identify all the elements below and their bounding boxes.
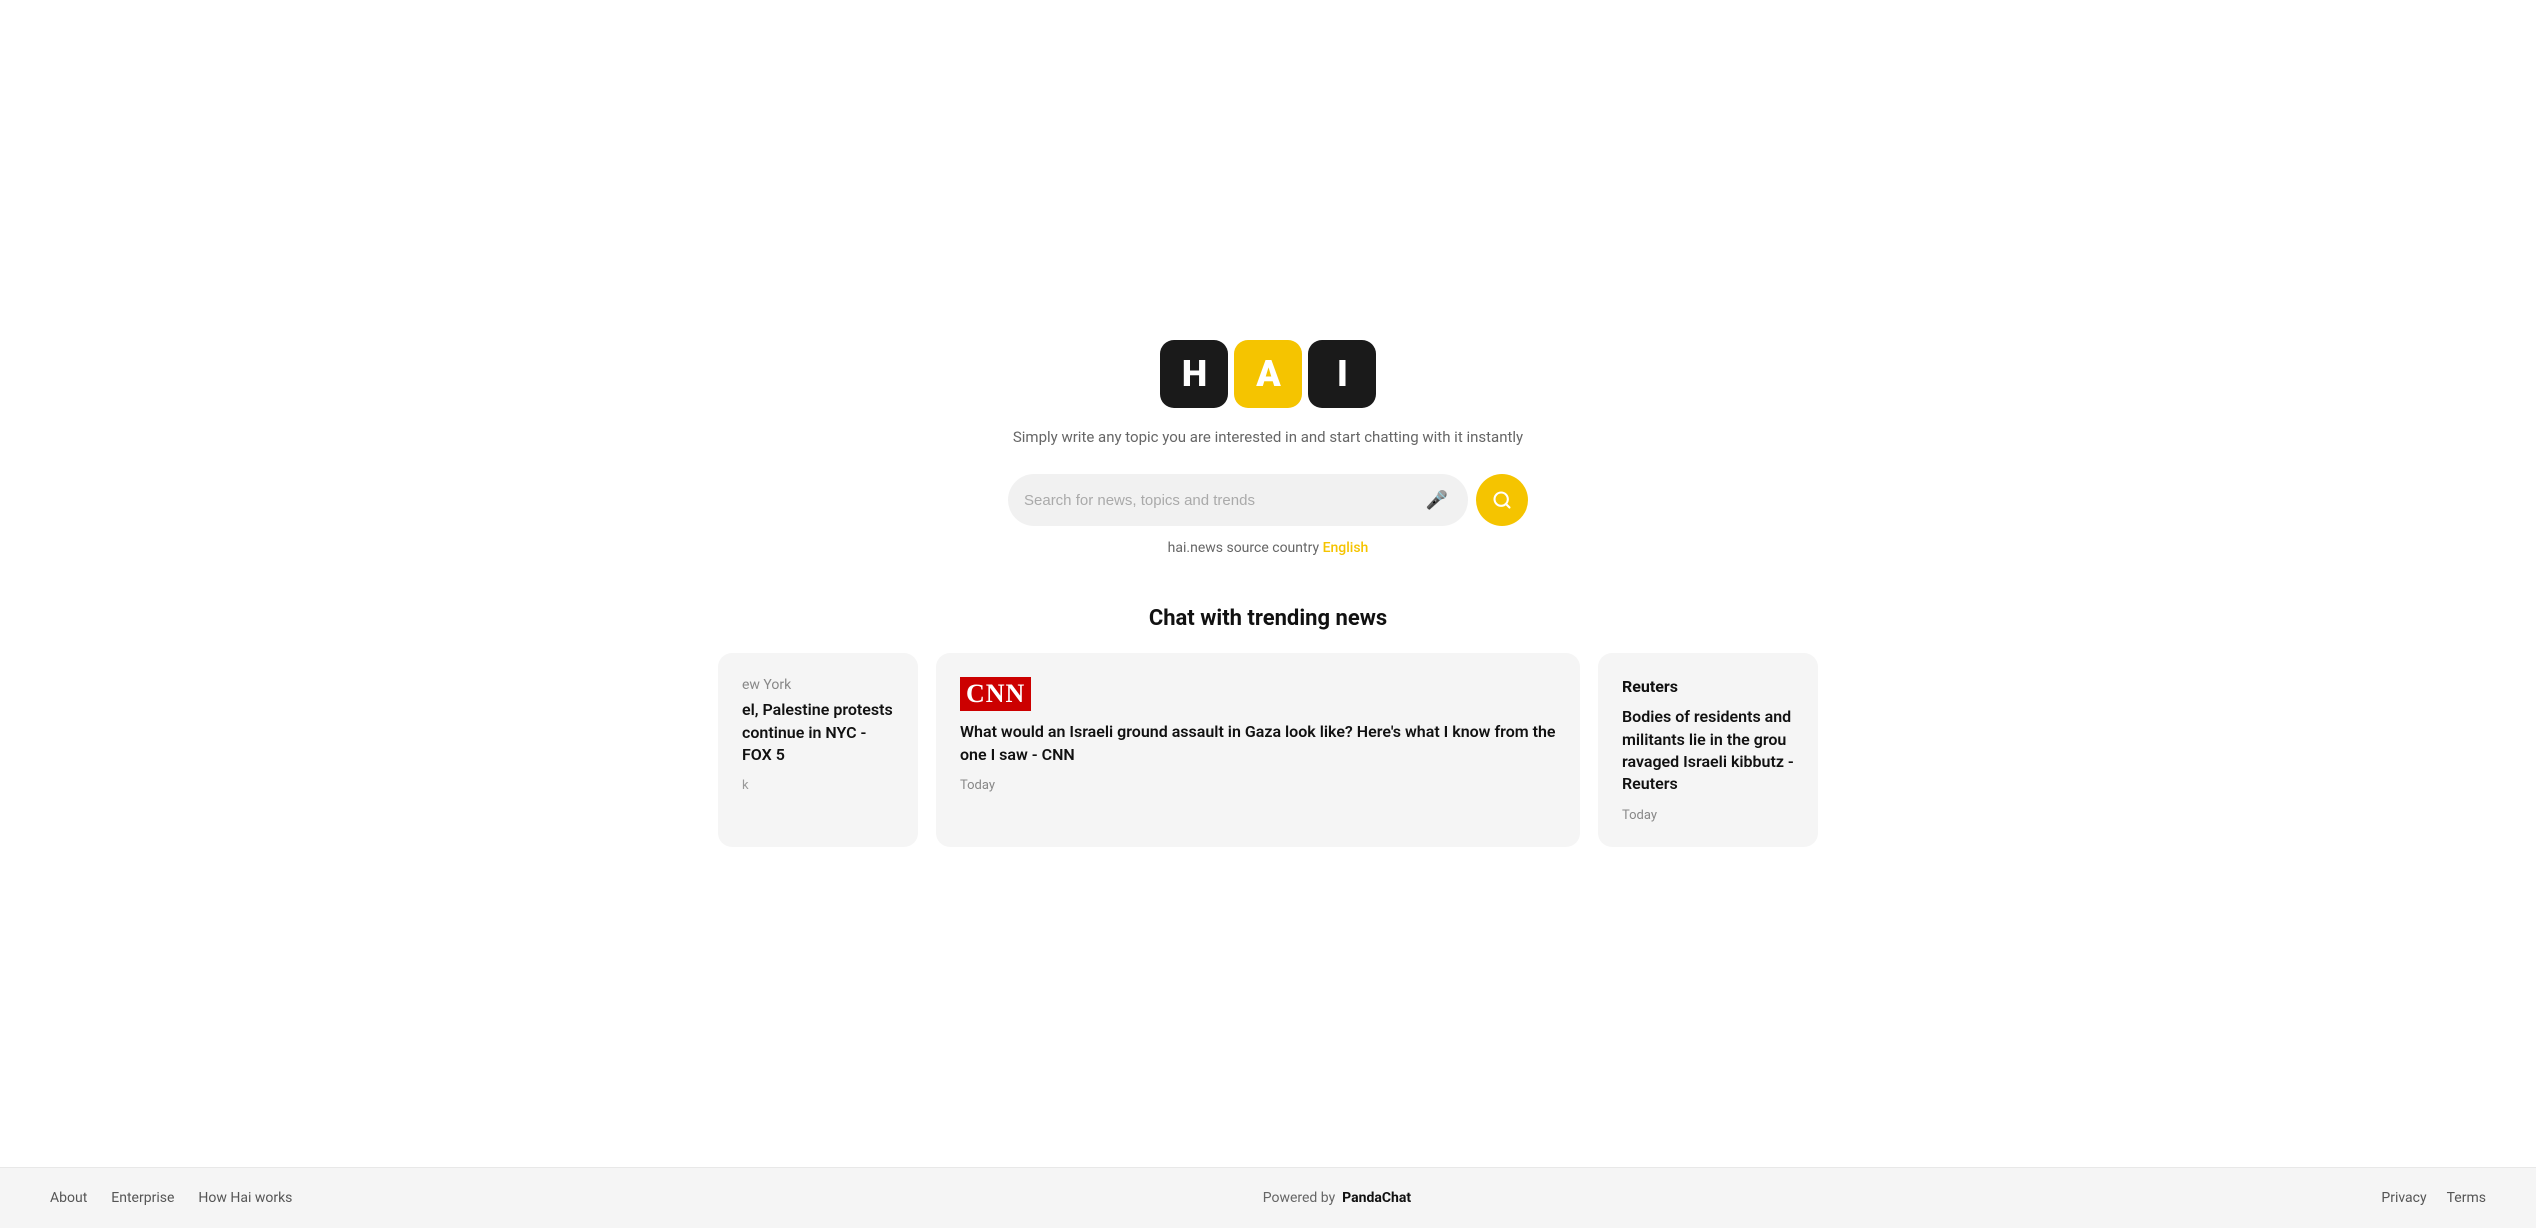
footer-link-terms[interactable]: Terms — [2447, 1190, 2486, 1206]
news-card-1-headline: What would an Israeli ground assault in … — [960, 721, 1556, 766]
footer-link-enterprise[interactable]: Enterprise — [111, 1190, 174, 1206]
search-button[interactable] — [1476, 474, 1528, 526]
news-cards-container: ew York el, Palestine protests continue … — [718, 653, 1818, 847]
news-card-2-date: Today — [1622, 808, 1794, 823]
footer: About Enterprise How Hai works Powered b… — [0, 1167, 2536, 1228]
language-link[interactable]: English — [1323, 540, 1369, 556]
news-card-1[interactable]: CNN What would an Israeli ground assault… — [936, 653, 1580, 847]
news-card-0-source-label: ew York — [742, 677, 894, 693]
search-container: 🎤 — [1008, 474, 1528, 526]
news-card-0-extra: k — [742, 778, 894, 793]
footer-link-about[interactable]: About — [50, 1190, 87, 1206]
main-content: H A I Simply write any topic you are int… — [0, 0, 2536, 1167]
news-card-2[interactable]: Reuters Bodies of residents and militant… — [1598, 653, 1818, 847]
source-country: hai.news source country English — [1168, 540, 1369, 556]
footer-link-how-hai-works[interactable]: How Hai works — [198, 1190, 292, 1206]
footer-powered-by: Powered by PandaChat — [1263, 1190, 1411, 1206]
footer-link-privacy[interactable]: Privacy — [2381, 1190, 2426, 1206]
search-input-wrapper: 🎤 — [1008, 474, 1468, 526]
search-input[interactable] — [1024, 492, 1422, 509]
news-card-1-date: Today — [960, 778, 1556, 793]
microphone-icon[interactable]: 🎤 — [1422, 486, 1452, 515]
search-icon — [1492, 490, 1512, 510]
logo: H A I — [1160, 340, 1376, 408]
trending-title: Chat with trending news — [718, 606, 1818, 631]
footer-right: Privacy Terms — [2381, 1190, 2486, 1206]
cnn-logo: CNN — [960, 677, 1031, 711]
footer-left: About Enterprise How Hai works — [50, 1190, 292, 1206]
news-card-2-headline: Bodies of residents and militants lie in… — [1622, 706, 1794, 796]
logo-a: A — [1234, 340, 1302, 408]
news-card-0[interactable]: ew York el, Palestine protests continue … — [718, 653, 918, 847]
logo-i: I — [1308, 340, 1376, 408]
tagline: Simply write any topic you are intereste… — [1013, 428, 1523, 446]
trending-section: Chat with trending news ew York el, Pale… — [718, 606, 1818, 847]
logo-h: H — [1160, 340, 1228, 408]
news-card-0-headline: el, Palestine protests continue in NYC -… — [742, 699, 894, 766]
reuters-label: Reuters — [1622, 677, 1794, 696]
